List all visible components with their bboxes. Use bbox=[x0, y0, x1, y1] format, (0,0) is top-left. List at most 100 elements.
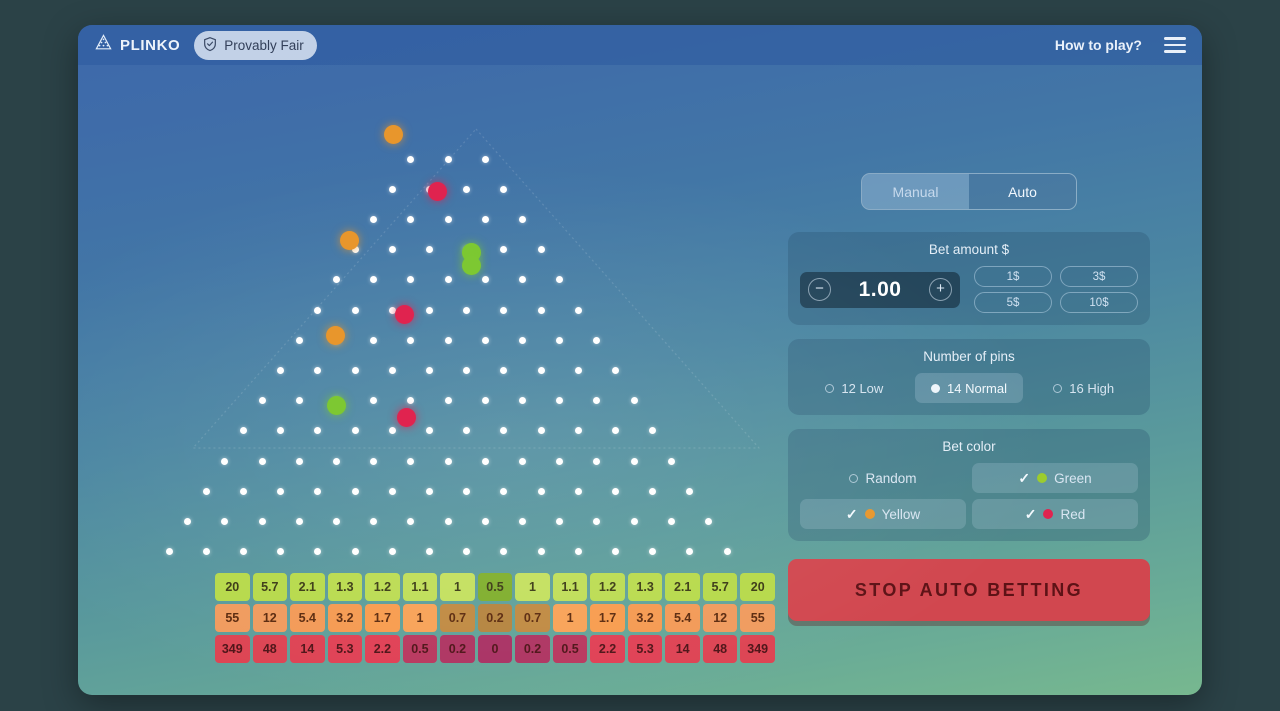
checkmark-icon: ✓ bbox=[1024, 505, 1037, 522]
multiplier-cell[interactable]: 2.1 bbox=[665, 573, 700, 601]
multiplier-cell[interactable]: 12 bbox=[702, 604, 738, 632]
multiplier-cell[interactable]: 1 bbox=[515, 573, 550, 601]
multiplier-cell[interactable]: 0.5 bbox=[402, 635, 438, 663]
multiplier-cell[interactable]: 0.2 bbox=[440, 635, 475, 663]
stop-auto-betting-button[interactable]: STOP AUTO BETTING bbox=[788, 559, 1150, 621]
quick-amount-3[interactable]: 3$ bbox=[1060, 266, 1138, 287]
multiplier-cell[interactable]: 12 bbox=[252, 604, 288, 632]
multiplier-cell[interactable]: 1.1 bbox=[402, 573, 438, 601]
pin bbox=[556, 517, 564, 525]
brand-logo[interactable]: PLINKO bbox=[94, 33, 180, 57]
pin bbox=[537, 246, 545, 254]
multiplier-cell[interactable]: 1 bbox=[402, 604, 438, 632]
bet-color-title: Bet color bbox=[942, 439, 996, 454]
multiplier-cell[interactable]: 1.2 bbox=[590, 573, 625, 601]
pin bbox=[500, 366, 508, 374]
pin bbox=[537, 306, 545, 314]
pin bbox=[425, 306, 433, 314]
pin bbox=[556, 276, 564, 284]
multiplier-cell[interactable]: 0.5 bbox=[477, 573, 513, 601]
multiplier-cell[interactable]: 349 bbox=[740, 635, 775, 663]
pins-option-12-low[interactable]: 12 Low bbox=[800, 373, 909, 403]
pin bbox=[407, 215, 415, 223]
multiplier-cell[interactable]: 5.4 bbox=[665, 604, 700, 632]
multiplier-cell[interactable]: 1.2 bbox=[365, 573, 400, 601]
pin bbox=[425, 427, 433, 435]
multiplier-cell[interactable]: 55 bbox=[740, 604, 775, 632]
pins-option-16-high[interactable]: 16 High bbox=[1029, 373, 1138, 403]
multiplier-cell[interactable]: 0.7 bbox=[440, 604, 475, 632]
bet-amount-value[interactable]: 1.00 bbox=[859, 278, 902, 302]
pin bbox=[388, 427, 396, 435]
multiplier-row-red: 349 48 14 5.3 2.2 0.5 0.2 0 0.2 0.5 2.2 5.3 14 48 349 bbox=[215, 635, 775, 663]
multiplier-cell[interactable]: 0 bbox=[477, 635, 513, 663]
bet-color-random[interactable]: Random bbox=[800, 463, 966, 493]
multiplier-cell[interactable]: 20 bbox=[215, 573, 250, 601]
pin bbox=[593, 336, 601, 344]
pin bbox=[500, 427, 508, 435]
multiplier-cell[interactable]: 2.1 bbox=[290, 573, 325, 601]
plinko-ball-yellow bbox=[383, 124, 403, 144]
multiplier-cell[interactable]: 5.7 bbox=[702, 573, 738, 601]
pin bbox=[277, 427, 285, 435]
multiplier-cell[interactable]: 1 bbox=[440, 573, 475, 601]
color-swatch-yellow bbox=[864, 509, 875, 519]
pin bbox=[295, 457, 303, 465]
pin bbox=[481, 457, 489, 465]
multiplier-cell[interactable]: 0.2 bbox=[515, 635, 550, 663]
multiplier-cell[interactable]: 0.7 bbox=[515, 604, 550, 632]
bet-color-green[interactable]: ✓ Green bbox=[972, 463, 1138, 493]
pin bbox=[463, 185, 471, 193]
multiplier-cell[interactable]: 55 bbox=[215, 604, 250, 632]
multiplier-cell[interactable]: 48 bbox=[252, 635, 288, 663]
multiplier-cell[interactable]: 5.3 bbox=[327, 635, 363, 663]
multiplier-cell[interactable]: 1.1 bbox=[552, 573, 588, 601]
multiplier-cell[interactable]: 1 bbox=[552, 604, 588, 632]
pin bbox=[518, 457, 526, 465]
multiplier-cell[interactable]: 1.3 bbox=[327, 573, 363, 601]
radio-dot-icon bbox=[825, 383, 835, 393]
tab-manual[interactable]: Manual bbox=[862, 174, 969, 209]
pin bbox=[463, 548, 471, 556]
pin bbox=[351, 427, 359, 435]
bet-color-label: Random bbox=[865, 470, 917, 486]
bet-color-red[interactable]: ✓ Red bbox=[972, 499, 1138, 529]
pin bbox=[686, 548, 694, 556]
multiplier-cell[interactable]: 1.3 bbox=[627, 573, 663, 601]
multiplier-cell[interactable]: 349 bbox=[215, 635, 250, 663]
multiplier-cell[interactable]: 3.2 bbox=[627, 604, 663, 632]
how-to-play-link[interactable]: How to play? bbox=[1055, 37, 1142, 53]
bet-color-yellow[interactable]: ✓ Yellow bbox=[800, 499, 966, 529]
multiplier-cell[interactable]: 0.5 bbox=[552, 635, 588, 663]
multiplier-cell[interactable]: 14 bbox=[665, 635, 700, 663]
pin bbox=[574, 487, 582, 495]
bet-increment-button[interactable]: + bbox=[929, 278, 952, 301]
provably-fair-chip[interactable]: Provably Fair bbox=[194, 30, 317, 60]
multiplier-row-green: 20 5.7 2.1 1.3 1.2 1.1 1 0.5 1 1.1 1.2 1.3 2.1 5.7 20 bbox=[215, 573, 775, 601]
multiplier-cell[interactable]: 5.7 bbox=[252, 573, 288, 601]
multiplier-cell[interactable]: 2.2 bbox=[590, 635, 625, 663]
tab-auto[interactable]: Auto bbox=[969, 174, 1076, 209]
pin bbox=[593, 517, 601, 525]
multiplier-cell[interactable]: 5.4 bbox=[290, 604, 325, 632]
multiplier-cell[interactable]: 20 bbox=[740, 573, 775, 601]
quick-amount-10[interactable]: 10$ bbox=[1060, 292, 1138, 313]
multiplier-cell[interactable]: 1.7 bbox=[365, 604, 400, 632]
pins-option-14-normal[interactable]: 14 Normal bbox=[914, 373, 1024, 403]
multiplier-cell[interactable]: 1.7 bbox=[590, 604, 625, 632]
multiplier-cell[interactable]: 3.2 bbox=[327, 604, 363, 632]
multiplier-cell[interactable]: 0.2 bbox=[477, 604, 513, 632]
multiplier-cell[interactable]: 14 bbox=[290, 635, 325, 663]
pin bbox=[277, 548, 285, 556]
hamburger-menu-icon[interactable] bbox=[1164, 37, 1186, 53]
pin bbox=[518, 215, 526, 223]
multiplier-cell[interactable]: 5.3 bbox=[627, 635, 663, 663]
quick-amount-5[interactable]: 5$ bbox=[974, 292, 1052, 313]
multiplier-cell[interactable]: 2.2 bbox=[365, 635, 400, 663]
multiplier-cell[interactable]: 48 bbox=[702, 635, 738, 663]
pin bbox=[630, 457, 638, 465]
pin bbox=[444, 215, 452, 223]
quick-amount-1[interactable]: 1$ bbox=[974, 266, 1052, 287]
bet-decrement-button[interactable]: − bbox=[808, 278, 831, 301]
pin bbox=[518, 336, 526, 344]
